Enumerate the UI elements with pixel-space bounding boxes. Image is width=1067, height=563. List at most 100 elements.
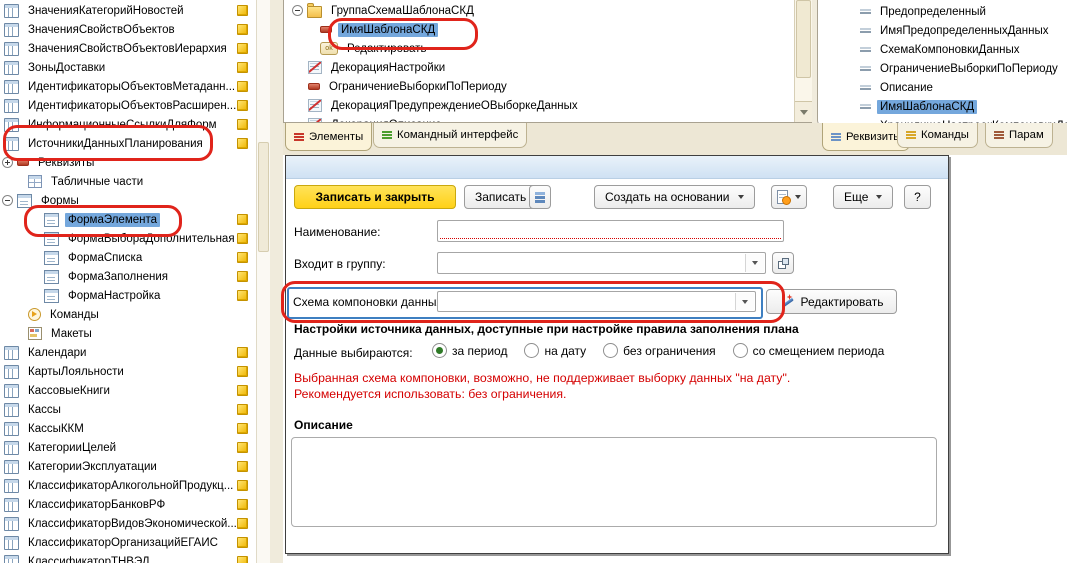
tablepart-icon [28, 175, 42, 188]
subsystem-cube-icon [237, 442, 248, 453]
tree-item[interactable]: ИсточникиДанныхПланирования [0, 134, 256, 153]
tree-item[interactable]: Описание [818, 78, 1067, 97]
tree-item-label: СхемаКомпоновкиДанных [877, 43, 1022, 57]
tree-item[interactable]: КлассификаторВидовЭкономической... [0, 514, 256, 533]
tree-item-label: ФормаНастройка [65, 289, 163, 303]
bottom-tab-strip: Элементы Командный интерфейс РеквизитыКома… [283, 123, 1067, 155]
tree-item[interactable]: ДекорацияПредупреждениеОВыборкеДанных [284, 96, 811, 115]
tree-item-label: ЗначенияСвойствОбъектовИерархия [25, 42, 230, 56]
radio-option[interactable]: со смещением периода [733, 343, 885, 358]
attr-gray-icon [860, 84, 871, 91]
tree-item[interactable]: ИмяШаблонаСКД [818, 97, 1067, 116]
tree-item[interactable]: Формы [0, 191, 256, 210]
tree-item[interactable]: ДекорацияНастройки [284, 58, 811, 77]
tree-item[interactable]: КлассификаторБанковРФ [0, 495, 256, 514]
radio-option[interactable]: на дату [524, 343, 586, 358]
tree-item[interactable]: ЗначенияСвойствОбъектов [0, 20, 256, 39]
form-elements-scrollbar[interactable] [794, 0, 812, 122]
tree-item-label: ИмяПредопределенныхДанных [877, 24, 1052, 38]
tree-item[interactable]: ДекорацияОписание [284, 115, 811, 123]
tree-item[interactable]: ЗначенияКатегорийНовостей [0, 1, 256, 20]
radio-option[interactable]: за период [432, 343, 507, 358]
create-based-on-button[interactable]: Создать на основании [594, 185, 755, 209]
name-input[interactable] [437, 220, 784, 242]
radio-selected-icon[interactable] [432, 343, 447, 358]
radio-icon[interactable] [524, 343, 539, 358]
table-icon [4, 460, 19, 474]
tree-item-label: ФормаСписка [65, 251, 145, 265]
tree-item[interactable]: КатегорииЭксплуатации [0, 457, 256, 476]
radio-option[interactable]: без ограничения [603, 343, 715, 358]
attributes-tab[interactable]: Команды [897, 123, 978, 148]
tree-item[interactable]: ЗначенияСвойствОбъектовИерархия [0, 39, 256, 58]
tab-label: Реквизиты [846, 131, 901, 143]
tree-item[interactable]: ЗоныДоставки [0, 58, 256, 77]
structure-button[interactable] [529, 185, 551, 209]
combo-dropdown-button[interactable] [735, 293, 754, 310]
radio-icon[interactable] [733, 343, 748, 358]
tree-item[interactable]: КлассификаторТНВЭД [0, 552, 256, 563]
tree-item[interactable]: КлассификаторОрганизацийЕГАИС [0, 533, 256, 552]
attr-red-icon [17, 159, 29, 166]
tree-item[interactable]: Команды [0, 305, 256, 324]
tree-item-label: ИсточникиДанныхПланирования [25, 137, 206, 151]
history-button[interactable] [771, 185, 807, 209]
tab-label: Элементы [309, 131, 363, 143]
collapse-icon[interactable] [2, 195, 13, 206]
tree-item[interactable]: ФормаНастройка [0, 286, 256, 305]
subsystem-cube-icon [237, 347, 248, 358]
group-open-button[interactable] [772, 252, 794, 274]
attributes-tab[interactable]: Парам [985, 123, 1053, 148]
scroll-down-button[interactable] [795, 101, 812, 122]
tree-item[interactable]: ИмяШаблонаСКД [284, 20, 811, 39]
tree-item[interactable]: КассыККМ [0, 419, 256, 438]
tree-item[interactable]: ИнформационныеСсылкиДляФорм [0, 115, 256, 134]
tree-item[interactable]: Реквизиты [0, 153, 256, 172]
tree-item[interactable]: Кассы [0, 400, 256, 419]
tree-item[interactable]: КассовыеКниги [0, 381, 256, 400]
tree-item[interactable]: СхемаКомпоновкиДанных [818, 40, 1067, 59]
description-textarea[interactable] [291, 437, 937, 527]
group-combobox[interactable] [437, 252, 766, 274]
help-button[interactable]: ? [904, 185, 931, 209]
more-button[interactable]: Еще [833, 185, 893, 209]
tree-item-label: КлассификаторВидовЭкономической... [25, 517, 240, 531]
folder-icon [307, 6, 322, 18]
tree-item[interactable]: ИдентификаторыОбъектовМетаданн... [0, 77, 256, 96]
tree-item[interactable]: ИдентификаторыОбъектовРасширен... [0, 96, 256, 115]
attr-red-icon [320, 26, 332, 33]
tree-item[interactable]: Табличные части [0, 172, 256, 191]
scrollbar-thumb[interactable] [258, 142, 269, 252]
tree-item-label: Формы [38, 194, 82, 208]
edit-dcs-button[interactable]: Редактировать [766, 289, 897, 314]
tree-item[interactable]: ФормаВыбораДополнительная [0, 229, 256, 248]
tree-item[interactable]: ИмяПредопределенныхДанных [818, 21, 1067, 40]
table-icon [4, 4, 19, 18]
tree-item[interactable]: Макеты [0, 324, 256, 343]
dcs-combobox[interactable] [437, 291, 756, 312]
tree-item[interactable]: КатегорииЦелей [0, 438, 256, 457]
elements-tab[interactable]: Элементы [285, 123, 372, 151]
tree-item[interactable]: Предопределенный [818, 2, 1067, 21]
tree-item[interactable]: ОграничениеВыборкиПоПериоду [818, 59, 1067, 78]
tree-item[interactable]: ФормаЗаполнения [0, 267, 256, 286]
tree-item[interactable]: ФормаСписка [0, 248, 256, 267]
radio-icon[interactable] [603, 343, 618, 358]
combo-dropdown-button[interactable] [745, 254, 764, 272]
save-and-close-button[interactable]: Записать и закрыть [294, 185, 456, 209]
tree-item[interactable]: ФормаЭлемента [0, 210, 256, 229]
metadata-tree-scrollbar[interactable] [256, 0, 271, 563]
tree-item[interactable]: ОграничениеВыборкиПоПериоду [284, 77, 811, 96]
expand-icon[interactable] [2, 157, 13, 168]
collapse-icon[interactable] [292, 5, 303, 16]
tree-item[interactable]: Редактировать [284, 39, 811, 58]
scrollbar-thumb[interactable] [796, 0, 811, 78]
panel-splitter[interactable] [270, 0, 283, 563]
attr-gray-icon [860, 27, 871, 34]
elements-tab[interactable]: Командный интерфейс [373, 123, 527, 148]
tree-item[interactable]: КартыЛояльности [0, 362, 256, 381]
tree-item[interactable]: КлассификаторАлкогольнойПродукц... [0, 476, 256, 495]
tree-item[interactable]: Календари [0, 343, 256, 362]
save-button[interactable]: Записать [464, 185, 537, 209]
tree-item[interactable]: ГруппаСхемаШаблонаСКД [284, 1, 811, 20]
